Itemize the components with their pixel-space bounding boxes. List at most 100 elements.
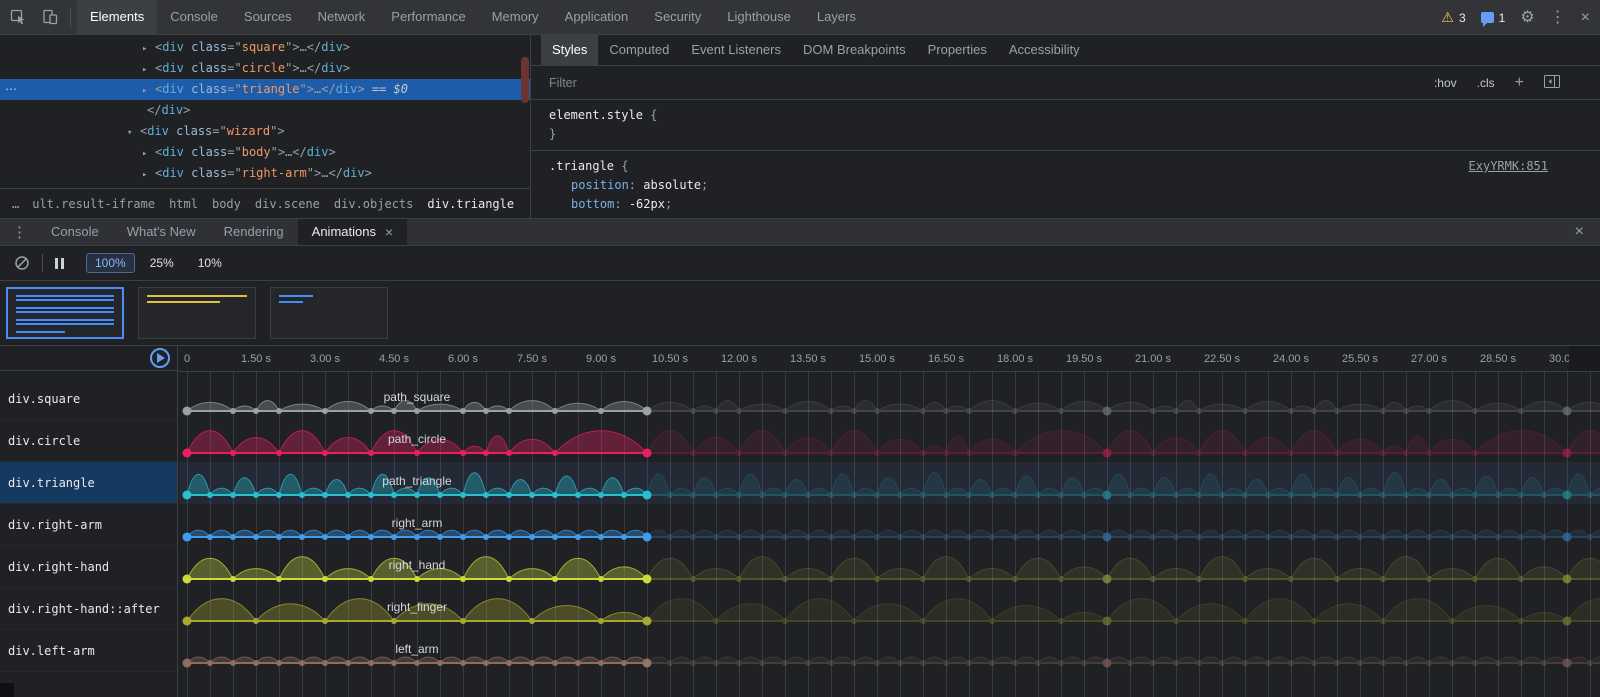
keyframe-dot[interactable] — [1288, 576, 1294, 582]
keyframe-dot[interactable] — [1472, 660, 1478, 666]
keyframe-dot[interactable] — [1587, 660, 1593, 666]
keyframe-dot[interactable] — [759, 492, 765, 498]
keyframe-dot[interactable] — [1012, 576, 1018, 582]
keyframe-dot[interactable] — [437, 492, 443, 498]
keyframe-dot[interactable] — [667, 492, 673, 498]
keyframe-dot[interactable] — [1449, 660, 1455, 666]
keyframe-dot[interactable] — [207, 660, 213, 666]
keyframe-dot[interactable] — [1103, 575, 1112, 584]
keyframe-dot[interactable] — [1563, 491, 1572, 500]
keyframe-dot[interactable] — [1518, 492, 1524, 498]
animation-track-left_arm[interactable] — [183, 657, 1600, 668]
animation-target-div-right-hand[interactable]: div.right-hand — [0, 546, 177, 588]
elements-scrollbar-thumb[interactable] — [521, 57, 529, 103]
keyframe-dot[interactable] — [368, 408, 374, 414]
keyframe-dot[interactable] — [1150, 450, 1156, 456]
keyframe-dot[interactable] — [851, 660, 857, 666]
keyframe-dot[interactable] — [253, 492, 259, 498]
keyframe-dot[interactable] — [736, 492, 742, 498]
keyframe-dot[interactable] — [552, 408, 558, 414]
keyframe-dot[interactable] — [1288, 450, 1294, 456]
keyframe-dot[interactable] — [1311, 660, 1317, 666]
keyframe-dot[interactable] — [690, 492, 696, 498]
animation-group-preview-2[interactable] — [138, 287, 256, 339]
animation-group-preview-1[interactable] — [6, 287, 124, 339]
keyframe-dot[interactable] — [713, 492, 719, 498]
keyframe-dot[interactable] — [782, 660, 788, 666]
keyframe-dot[interactable] — [989, 618, 995, 624]
keyframe-dot[interactable] — [1242, 450, 1248, 456]
keyframe-dot[interactable] — [1012, 534, 1018, 540]
keyframe-dot[interactable] — [1035, 660, 1041, 666]
keyframe-dot[interactable] — [1081, 534, 1087, 540]
keyframe-dot[interactable] — [345, 660, 351, 666]
stylesheet-source-link[interactable]: ExyYRMK:851 — [1469, 157, 1548, 176]
close-drawer-icon[interactable]: × — [1575, 223, 1600, 241]
keyframe-dot[interactable] — [1058, 492, 1064, 498]
keyframe-dot[interactable] — [276, 576, 282, 582]
keyframe-dot[interactable] — [1081, 492, 1087, 498]
keyframe-dot[interactable] — [966, 492, 972, 498]
keyframe-dot[interactable] — [828, 450, 834, 456]
keyframe-dot[interactable] — [782, 492, 788, 498]
keyframe-dot[interactable] — [437, 534, 443, 540]
keyframe-dot[interactable] — [276, 660, 282, 666]
sidebar-tab-properties[interactable]: Properties — [917, 35, 998, 65]
sidebar-tab-dom-breakpoints[interactable]: DOM Breakpoints — [792, 35, 917, 65]
keyframe-dot[interactable] — [1472, 534, 1478, 540]
drawer-menu-icon[interactable]: ⋮ — [0, 223, 37, 241]
tab-console[interactable]: Console — [157, 0, 231, 35]
keyframe-dot[interactable] — [322, 660, 328, 666]
animation-target-div-right-arm[interactable]: div.right-arm — [0, 504, 177, 546]
keyframe-dot[interactable] — [1103, 449, 1112, 458]
keyframe-dot[interactable] — [920, 618, 926, 624]
tab-network[interactable]: Network — [305, 0, 379, 35]
keyframe-dot[interactable] — [1288, 660, 1294, 666]
keyframe-dot[interactable] — [598, 618, 604, 624]
keyframe-dot[interactable] — [1426, 450, 1432, 456]
keyframe-dot[interactable] — [920, 576, 926, 582]
keyframe-dot[interactable] — [506, 576, 512, 582]
keyframe-dot[interactable] — [1426, 492, 1432, 498]
keyframe-dot[interactable] — [1103, 617, 1112, 626]
keyframe-dot[interactable] — [460, 492, 466, 498]
issues-badge[interactable]: 1 — [1481, 11, 1506, 25]
keyframe-dot[interactable] — [322, 450, 328, 456]
animation-target-div-circle[interactable]: div.circle — [0, 420, 177, 462]
keyframe-dot[interactable] — [1449, 492, 1455, 498]
keyframe-dot[interactable] — [1472, 450, 1478, 456]
keyframe-dot[interactable] — [828, 408, 834, 414]
keyframe-dot[interactable] — [1173, 660, 1179, 666]
keyframe-dot[interactable] — [529, 492, 535, 498]
keyframe-dot[interactable] — [460, 660, 466, 666]
keyframe-dot[interactable] — [575, 534, 581, 540]
keyframe-dot[interactable] — [1357, 534, 1363, 540]
keyframe-dot[interactable] — [874, 492, 880, 498]
keyframe-dot[interactable] — [874, 408, 880, 414]
keyframe-dot[interactable] — [1426, 660, 1432, 666]
keyframe-dot[interactable] — [851, 534, 857, 540]
keyframe-dot[interactable] — [391, 492, 397, 498]
keyframe-dot[interactable] — [851, 618, 857, 624]
keyframe-dot[interactable] — [230, 492, 236, 498]
keyframe-dot[interactable] — [1334, 450, 1340, 456]
keyframe-dot[interactable] — [598, 408, 604, 414]
keyframe-dot[interactable] — [1563, 533, 1572, 542]
animation-target-div-left-arm[interactable]: div.left-arm — [0, 630, 177, 672]
toggle-hover-state[interactable]: :hov — [1434, 76, 1457, 90]
keyframe-dot[interactable] — [1196, 576, 1202, 582]
keyframe-dot[interactable] — [1265, 534, 1271, 540]
keyframe-dot[interactable] — [713, 660, 719, 666]
keyframe-dot[interactable] — [643, 659, 652, 668]
breadcrumb-item-div-triangle[interactable]: div.triangle — [420, 197, 521, 211]
keyframe-dot[interactable] — [1058, 534, 1064, 540]
keyframe-dot[interactable] — [183, 533, 192, 542]
drawer-tab-what-s-new[interactable]: What's New — [113, 219, 210, 245]
keyframe-dot[interactable] — [1242, 660, 1248, 666]
tab-security[interactable]: Security — [641, 0, 714, 35]
keyframe-dot[interactable] — [943, 534, 949, 540]
keyframe-dot[interactable] — [460, 576, 466, 582]
keyframe-dot[interactable] — [1426, 534, 1432, 540]
keyframe-dot[interactable] — [621, 534, 627, 540]
tab-application[interactable]: Application — [552, 0, 642, 35]
